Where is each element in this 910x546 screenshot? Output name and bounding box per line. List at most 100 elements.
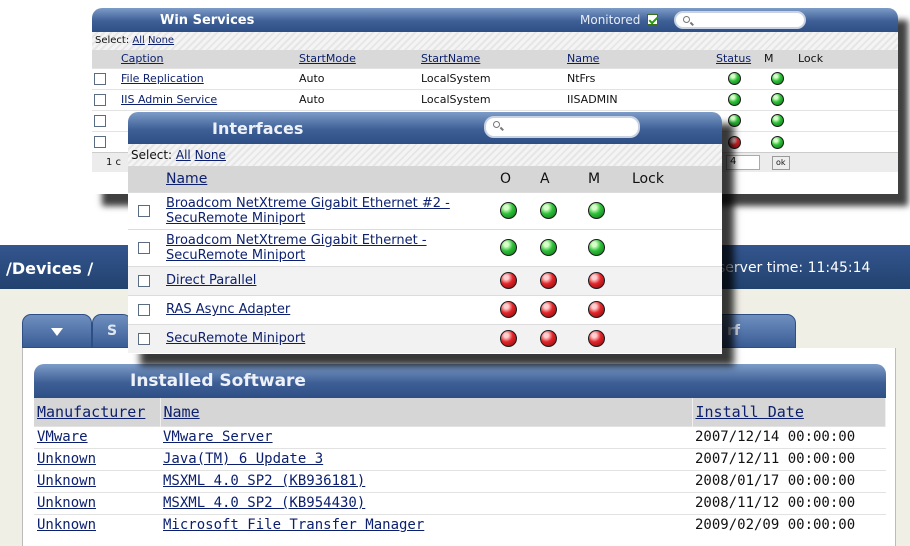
table-row: File Replication Auto LocalSystem NtFrs: [92, 67, 898, 89]
service-caption[interactable]: IIS Admin Service: [121, 93, 217, 106]
col-install-date[interactable]: Install Date: [692, 398, 886, 426]
row-checkbox[interactable]: [138, 241, 150, 254]
col-caption[interactable]: Caption: [119, 50, 297, 68]
manufacturer-link[interactable]: Unknown: [37, 495, 96, 511]
col-name[interactable]: Name: [565, 50, 714, 68]
row-checkbox[interactable]: [94, 73, 106, 85]
install-date: 2009/02/09 00:00:00: [692, 513, 886, 536]
installed-software-table: Manufacturer Name Install Date VMware VM…: [34, 398, 886, 536]
monitor-green-icon[interactable]: [771, 93, 784, 107]
admin-status-red-icon: [540, 301, 557, 318]
page-ok-button[interactable]: ok: [772, 156, 790, 170]
win-services-select-row: Select: All None: [92, 32, 898, 50]
monitor-green-icon[interactable]: [588, 202, 605, 219]
service-startmode: Auto: [297, 88, 419, 110]
table-row: RAS Async Adapter: [128, 294, 722, 324]
interface-name-link[interactable]: RAS Async Adapter: [166, 302, 290, 317]
col-status[interactable]: Status: [714, 50, 762, 68]
devices-breadcrumb[interactable]: /Devices /: [6, 259, 93, 278]
monitor-green-icon[interactable]: [588, 239, 605, 256]
row-checkbox[interactable]: [94, 136, 106, 149]
admin-status-green-icon: [540, 239, 557, 256]
software-name-link[interactable]: VMware Server: [163, 429, 273, 445]
manufacturer-link[interactable]: Unknown: [37, 451, 96, 467]
tab-partial-left[interactable]: S: [92, 314, 132, 348]
table-row: Broadcom NetXtreme Gigabit Ethernet - Sec…: [128, 228, 722, 266]
monitored-checkbox[interactable]: [647, 14, 659, 25]
software-name-link[interactable]: Microsoft File Transfer Manager: [163, 517, 424, 533]
status-green-icon: [728, 93, 741, 107]
row-checkbox[interactable]: [138, 204, 150, 217]
table-header-row: Name O A M Lock: [128, 166, 722, 192]
admin-status-green-icon: [540, 202, 557, 219]
status-red-icon: [728, 135, 741, 149]
col-manufacturer[interactable]: Manufacturer: [34, 398, 161, 426]
table-row: IIS Admin Service Auto LocalSystem IISAD…: [92, 88, 898, 110]
select-none-link[interactable]: None: [195, 148, 226, 162]
table-row: Broadcom NetXtreme Gigabit Ethernet #2 -…: [128, 191, 722, 229]
monitored-toggle[interactable]: Monitored: [580, 13, 659, 27]
col-o: O: [496, 166, 536, 192]
manufacturer-link[interactable]: VMware: [37, 429, 88, 445]
select-none-link[interactable]: None: [148, 35, 174, 46]
service-startname: LocalSystem: [419, 67, 565, 89]
table-row: Unknown Java(TM) 6 Update 3 2007/12/11 0…: [34, 447, 886, 470]
row-checkbox[interactable]: [138, 303, 150, 316]
status-green-icon: [728, 72, 741, 86]
interface-name-link[interactable]: Broadcom NetXtreme Gigabit Ethernet #2 -…: [166, 196, 450, 226]
col-startname[interactable]: StartName: [419, 50, 565, 68]
oper-status-green-icon: [500, 202, 517, 219]
interfaces-search-input[interactable]: [484, 116, 640, 138]
col-interface-name[interactable]: Name: [162, 166, 496, 192]
table-row: VMware VMware Server 2007/12/14 00:00:00: [34, 425, 886, 448]
win-services-search-input[interactable]: [674, 11, 806, 29]
chevron-down-icon: [51, 328, 63, 336]
interface-name-link[interactable]: Direct Parallel: [166, 273, 256, 288]
manufacturer-link[interactable]: Unknown: [37, 473, 96, 489]
install-date: 2007/12/11 00:00:00: [692, 447, 886, 470]
interface-name-link[interactable]: SecuRemote Miniport: [166, 331, 305, 346]
select-label: Select:: [131, 148, 173, 162]
manufacturer-link[interactable]: Unknown: [37, 517, 96, 533]
tab-perf[interactable]: rf: [712, 314, 796, 348]
page-number-input[interactable]: 4: [726, 155, 760, 170]
row-checkbox[interactable]: [94, 94, 106, 106]
interfaces-panel: Interfaces Select: All None Name O A M L…: [128, 112, 722, 354]
col-software-name[interactable]: Name: [160, 398, 693, 426]
oper-status-red-icon: [500, 301, 517, 318]
service-caption[interactable]: File Replication: [121, 72, 204, 85]
installed-software-header: Installed Software: [34, 364, 886, 398]
row-checkbox[interactable]: [138, 274, 150, 287]
row-checkbox[interactable]: [138, 332, 150, 345]
col-startmode[interactable]: StartMode: [297, 50, 419, 68]
col-a: A: [536, 166, 584, 192]
service-startmode: Auto: [297, 67, 419, 89]
software-name-link[interactable]: MSXML 4.0 SP2 (KB954430): [163, 495, 365, 511]
monitor-red-icon[interactable]: [588, 330, 605, 348]
monitor-red-icon[interactable]: [588, 272, 605, 289]
monitor-green-icon[interactable]: [771, 114, 784, 128]
install-date: 2007/12/14 00:00:00: [692, 425, 886, 448]
installed-software-panel: Installed Software Manufacturer Name Ins…: [34, 364, 886, 546]
col-lock: Lock: [628, 166, 722, 192]
select-label: Select:: [95, 35, 130, 46]
interfaces-title: Interfaces: [212, 119, 304, 138]
monitored-label: Monitored: [580, 13, 641, 27]
table-header-row: Manufacturer Name Install Date: [34, 398, 886, 426]
tab-menu[interactable]: [22, 314, 92, 348]
row-checkbox[interactable]: [94, 115, 106, 127]
col-lock: Lock: [796, 50, 898, 68]
monitor-red-icon[interactable]: [588, 301, 605, 318]
table-row: Direct Parallel: [128, 265, 722, 295]
interface-name-link[interactable]: Broadcom NetXtreme Gigabit Ethernet - Sec…: [166, 233, 427, 263]
monitor-green-icon[interactable]: [771, 72, 784, 86]
oper-status-green-icon: [500, 239, 517, 256]
interfaces-table: Name O A M Lock Broadcom NetXtreme Gigab…: [128, 166, 722, 353]
software-name-link[interactable]: Java(TM) 6 Update 3: [163, 451, 323, 467]
select-all-link[interactable]: All: [176, 148, 191, 162]
search-icon: [683, 16, 690, 23]
interfaces-header: Interfaces: [128, 112, 722, 144]
select-all-link[interactable]: All: [132, 35, 144, 46]
software-name-link[interactable]: MSXML 4.0 SP2 (KB936181): [163, 473, 365, 489]
monitor-green-icon[interactable]: [771, 135, 784, 149]
